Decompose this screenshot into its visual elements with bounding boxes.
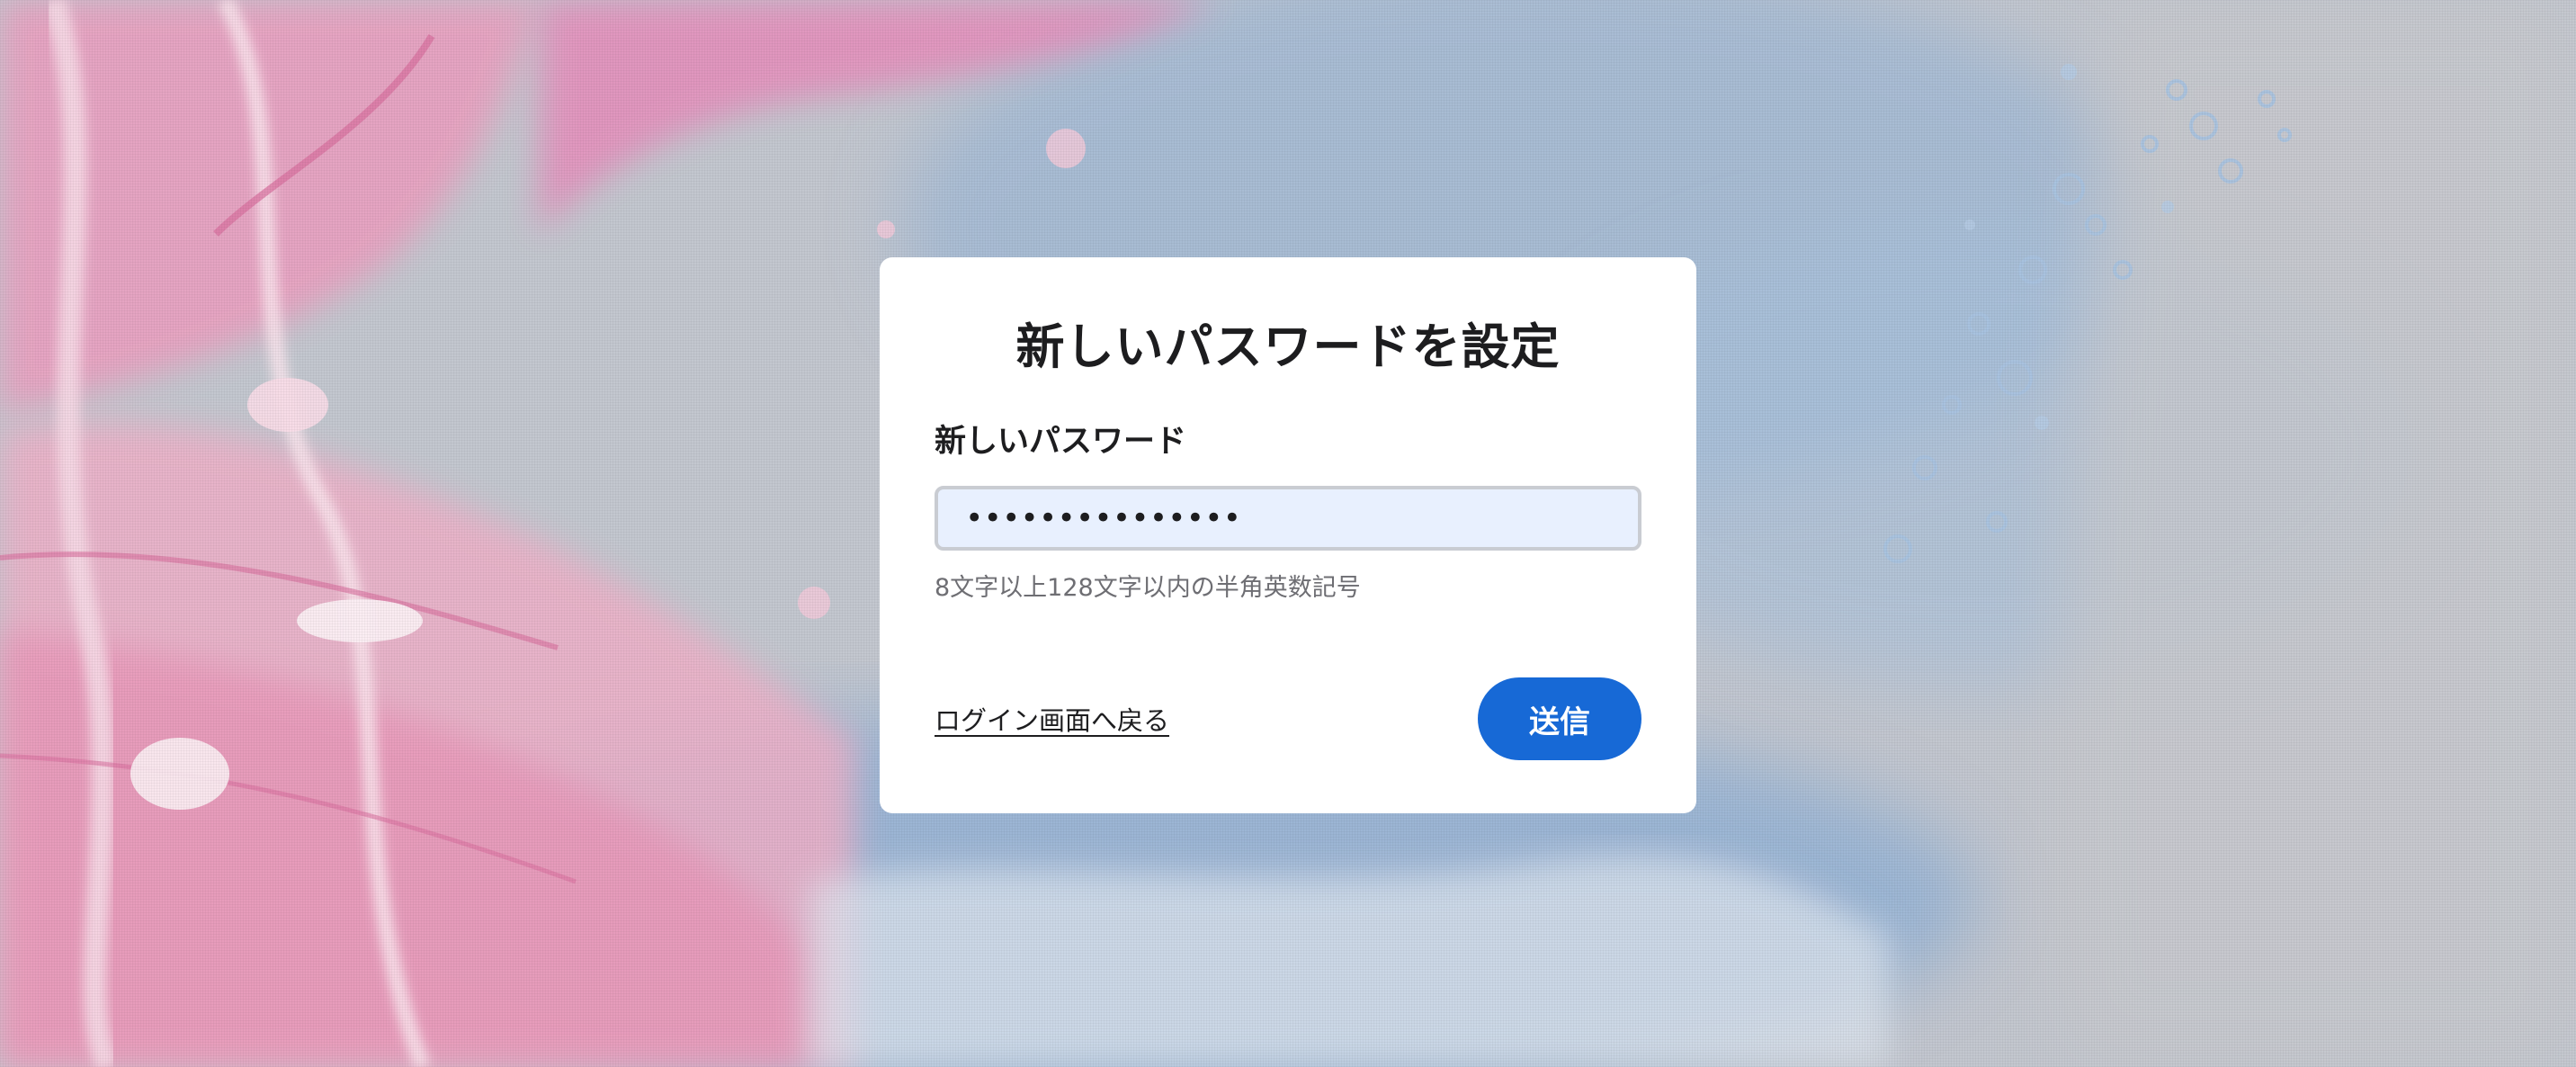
back-to-login-link[interactable]: ログイン画面へ戻る: [935, 700, 1169, 738]
dialog-title: 新しいパスワードを設定: [1015, 318, 1561, 375]
reset-password-dialog: 新しいパスワードを設定 新しいパスワード 8文字以上128文字以内の半角英数記号…: [880, 257, 1696, 813]
submit-button[interactable]: 送信: [1478, 677, 1641, 760]
password-hint: 8文字以上128文字以内の半角英数記号: [935, 574, 1361, 602]
dialog-actions: ログイン画面へ戻る 送信: [935, 677, 1641, 760]
password-label: 新しいパスワード: [935, 424, 1187, 460]
new-password-input[interactable]: [935, 486, 1641, 551]
